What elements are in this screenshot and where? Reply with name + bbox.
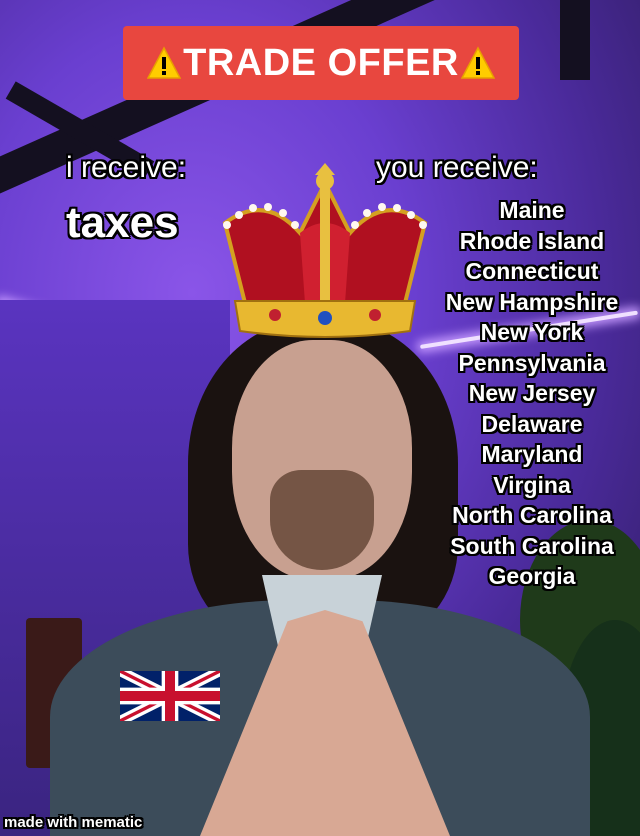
list-item: New York bbox=[480, 319, 584, 345]
crown-icon bbox=[222, 163, 428, 338]
watermark: made with mematic bbox=[4, 814, 143, 831]
list-item: Maryland bbox=[481, 441, 583, 467]
i-receive-item: taxes bbox=[66, 198, 179, 247]
i-receive-heading: i receive: bbox=[66, 151, 187, 184]
warning-icon bbox=[460, 46, 495, 79]
list-item: Maine bbox=[499, 197, 565, 223]
list-item: Connecticut bbox=[465, 258, 599, 284]
list-item: Virgina bbox=[493, 471, 571, 498]
list-item: New Hampshire bbox=[445, 288, 619, 315]
you-receive-list: Maine Rhode Island Connecticut New Hamps… bbox=[432, 195, 632, 592]
list-item: Rhode Island bbox=[459, 227, 605, 254]
list-item: Delaware bbox=[481, 410, 583, 437]
list-item: North Carolina bbox=[452, 502, 612, 528]
beard bbox=[270, 470, 374, 570]
list-item: New Jersey bbox=[468, 380, 596, 406]
list-item: South Carolina bbox=[450, 532, 614, 559]
warning-icon bbox=[147, 46, 182, 79]
meme-canvas: TRADE OFFER i receive: taxes you receive… bbox=[0, 0, 640, 836]
list-item: Georgia bbox=[488, 563, 576, 589]
trade-offer-banner: TRADE OFFER bbox=[123, 26, 519, 100]
uk-flag-icon bbox=[120, 671, 220, 721]
list-item: Pennsylvania bbox=[458, 349, 606, 376]
banner-title: TRADE OFFER bbox=[183, 41, 459, 84]
